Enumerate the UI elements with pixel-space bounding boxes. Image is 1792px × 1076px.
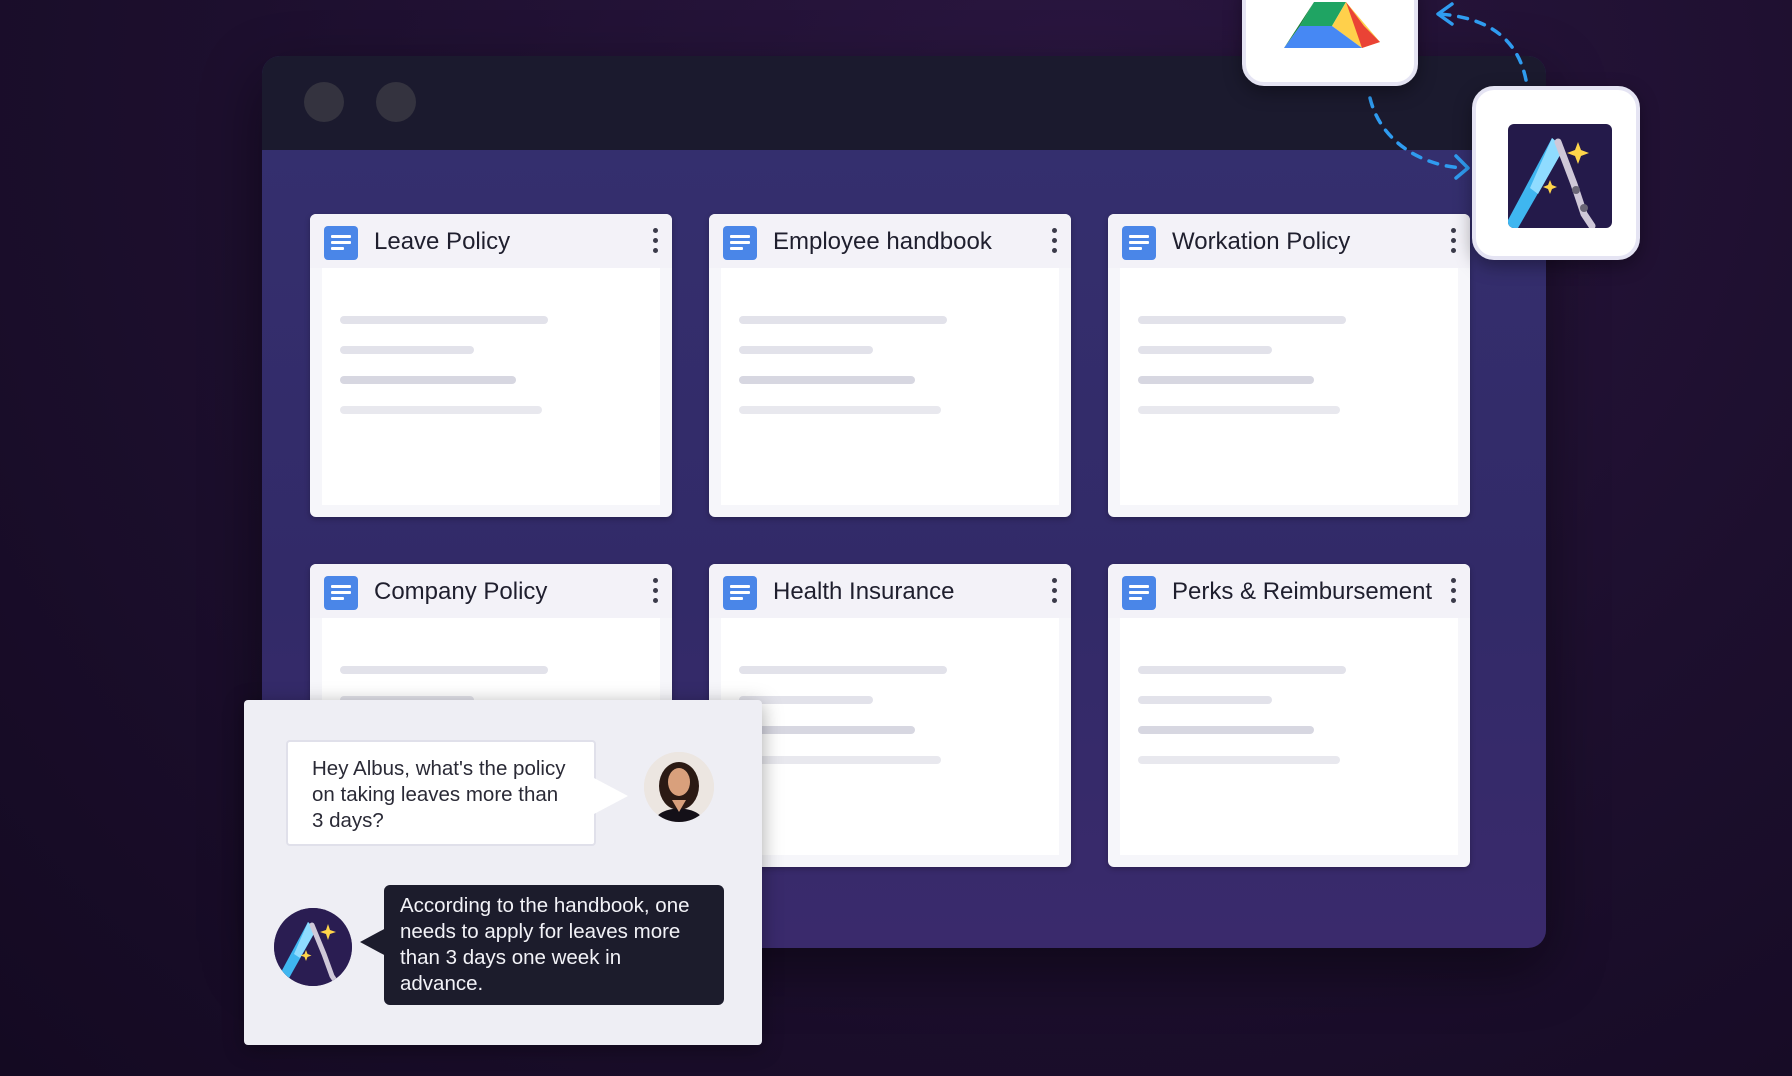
window-control-dot[interactable] (304, 82, 344, 122)
bot-bubble-tail (360, 928, 386, 956)
google-docs-icon (723, 576, 757, 610)
google-docs-icon (1122, 226, 1156, 260)
kebab-menu-icon[interactable] (1446, 226, 1460, 258)
doc-preview (1120, 618, 1458, 855)
google-drive-tile[interactable] (1242, 0, 1418, 86)
chat-panel: Hey Albus, what's the policy on taking l… (244, 700, 762, 1045)
doc-card-title: Leave Policy (374, 228, 511, 255)
doc-card-header: Workation Policy (1108, 214, 1470, 268)
user-bubble-tail (594, 778, 628, 814)
kebab-menu-icon[interactable] (1047, 576, 1061, 608)
kebab-menu-icon[interactable] (648, 226, 662, 258)
doc-preview (721, 268, 1059, 505)
kebab-menu-icon[interactable] (1047, 226, 1061, 258)
doc-card-header: Employee handbook (709, 214, 1071, 268)
doc-card-header: Health Insurance (709, 564, 1071, 618)
doc-preview (1120, 268, 1458, 505)
doc-card-leave-policy[interactable]: Leave Policy (310, 214, 672, 517)
kebab-menu-icon[interactable] (1446, 576, 1460, 608)
doc-card-title: Perks & Reimbursement (1172, 578, 1433, 605)
google-docs-icon (723, 226, 757, 260)
google-drive-icon (1284, 2, 1380, 48)
doc-card-perks-reimbursement[interactable]: Perks & Reimbursement (1108, 564, 1470, 867)
doc-preview (322, 268, 660, 505)
albus-logo-icon (1508, 124, 1612, 228)
window-control-dot[interactable] (376, 82, 416, 122)
stage: Leave Policy Employee handbook Workation… (0, 0, 1792, 1076)
doc-card-title: Employee handbook (773, 228, 992, 255)
google-docs-icon (1122, 576, 1156, 610)
albus-app-tile[interactable] (1472, 86, 1640, 260)
doc-preview (721, 618, 1059, 855)
kebab-menu-icon[interactable] (648, 576, 662, 608)
doc-card-header: Leave Policy (310, 214, 672, 268)
user-avatar (644, 752, 714, 822)
google-docs-icon (324, 576, 358, 610)
user-message-bubble: Hey Albus, what's the policy on taking l… (286, 740, 596, 846)
user-message-text: Hey Albus, what's the policy on taking l… (312, 757, 566, 832)
google-docs-icon (324, 226, 358, 260)
doc-card-employee-handbook[interactable]: Employee handbook (709, 214, 1071, 517)
albus-avatar (274, 908, 352, 986)
bot-reply-text: According to the handbook, one needs to … (400, 894, 690, 995)
doc-card-title: Workation Policy (1172, 228, 1351, 255)
doc-card-health-insurance[interactable]: Health Insurance (709, 564, 1071, 867)
doc-card-header: Perks & Reimbursement (1108, 564, 1470, 618)
doc-card-title: Health Insurance (773, 578, 955, 605)
doc-card-header: Company Policy (310, 564, 672, 618)
doc-card-workation-policy[interactable]: Workation Policy (1108, 214, 1470, 517)
doc-card-title: Company Policy (374, 578, 548, 605)
bot-reply-bubble: According to the handbook, one needs to … (384, 885, 724, 1005)
